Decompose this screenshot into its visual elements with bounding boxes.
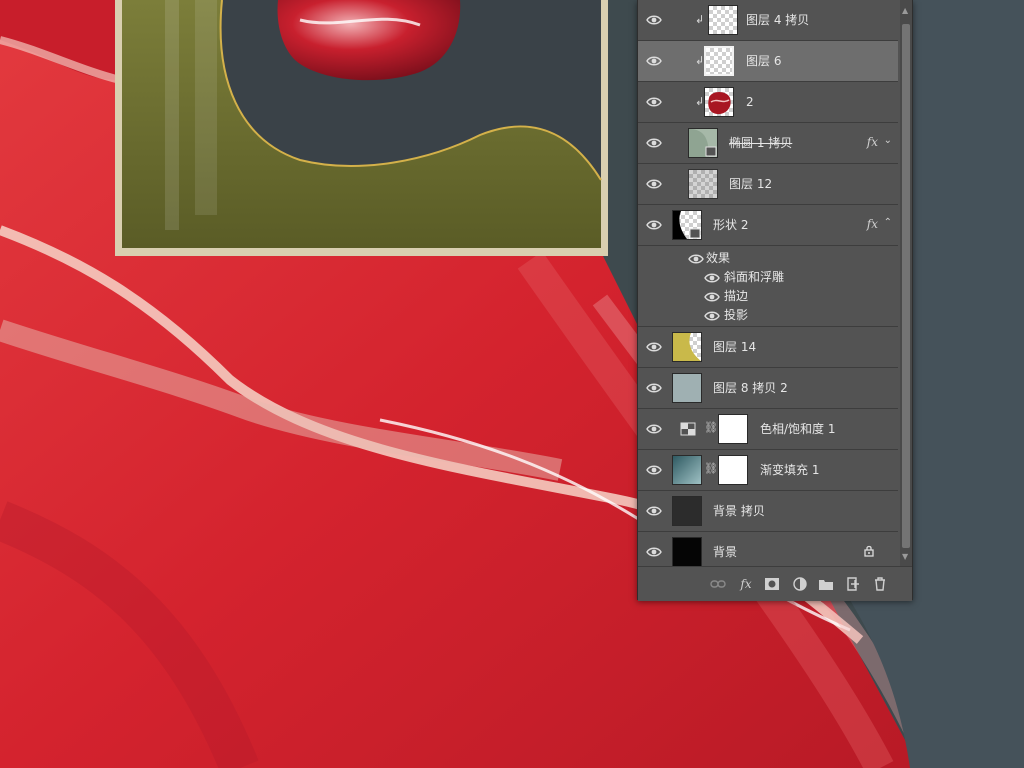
layer-name: 图层 6: [746, 54, 782, 68]
effect-row[interactable]: 描边: [638, 287, 898, 306]
layer-effects: 效果 斜面和浮雕 描边 投影: [638, 246, 898, 327]
layer-row[interactable]: 图层 12: [638, 164, 898, 205]
scroll-thumb[interactable]: [902, 24, 910, 548]
eye-icon[interactable]: [646, 545, 662, 559]
layer-thumbnail: [672, 210, 702, 240]
eye-icon[interactable]: [704, 309, 720, 323]
layer-name: 2: [746, 95, 754, 109]
chain-link-icon[interactable]: ⛓: [704, 462, 718, 475]
layer-name: 图层 8 拷贝 2: [713, 381, 788, 395]
eye-icon[interactable]: [646, 504, 662, 518]
effect-label: 斜面和浮雕: [724, 270, 785, 284]
layer-row[interactable]: 图层 14: [638, 327, 898, 368]
link-icon[interactable]: [710, 576, 726, 592]
chevron-up-icon[interactable]: ⌃: [884, 217, 892, 228]
layer-row[interactable]: 图层 8 拷贝 2: [638, 368, 898, 409]
layer-thumbnail: [688, 169, 718, 199]
scroll-up-icon[interactable]: ▲: [902, 6, 908, 15]
layers-footer: fx: [638, 566, 912, 601]
clipping-arrow-icon: ↲: [695, 95, 705, 108]
clipping-arrow-icon: ↲: [695, 54, 705, 67]
effect-label: 描边: [724, 289, 749, 303]
eye-icon[interactable]: [646, 340, 662, 354]
folder-icon[interactable]: [818, 576, 834, 592]
layer-thumbnail: [672, 537, 702, 567]
layer-row[interactable]: ↲ 图层 4 拷贝: [638, 0, 898, 41]
layer-name: 渐变填充 1: [760, 463, 820, 477]
layer-name: 背景: [713, 545, 738, 559]
eye-icon[interactable]: [646, 54, 662, 68]
eye-icon[interactable]: [646, 463, 662, 477]
layer-thumbnail: [704, 87, 734, 117]
shape-thumb-icon: [689, 129, 717, 157]
shape-thumb-icon: [673, 211, 701, 239]
red-agate-thumb-icon: [708, 92, 731, 115]
trash-icon[interactable]: [872, 576, 888, 592]
layer-mask-thumbnail: [718, 455, 748, 485]
layer-thumbnail: [708, 5, 738, 35]
layer-name: 图层 4 拷贝: [746, 13, 810, 27]
layers-scrollbar[interactable]: ▲ ▼: [900, 0, 912, 570]
layer-thumbnail: [688, 128, 718, 158]
eye-icon[interactable]: [646, 218, 662, 232]
effects-header: 效果: [706, 251, 731, 265]
gradient-fill-thumbnail: [672, 455, 702, 485]
layer-thumbnail: [704, 46, 734, 76]
chain-link-icon[interactable]: ⛓: [704, 421, 718, 434]
eye-icon[interactable]: [646, 13, 662, 27]
layer-thumbnail: [672, 373, 702, 403]
new-layer-icon[interactable]: [845, 576, 861, 592]
eye-icon[interactable]: [646, 177, 662, 191]
fx-icon[interactable]: fx: [738, 576, 754, 592]
effect-row[interactable]: 斜面和浮雕: [638, 268, 898, 287]
layer-row[interactable]: 背景 拷贝: [638, 491, 898, 532]
effects-header-row[interactable]: 效果: [638, 249, 898, 268]
layer-thumbnail: [672, 496, 702, 526]
clipping-arrow-icon: ↲: [695, 13, 705, 26]
eye-icon[interactable]: [646, 136, 662, 150]
chevron-down-icon[interactable]: ⌄: [884, 135, 892, 146]
eye-icon[interactable]: [688, 252, 704, 266]
eye-icon[interactable]: [704, 271, 720, 285]
layer-row-selected[interactable]: ↲ 图层 6: [638, 41, 898, 82]
layer-mask-thumbnail: [718, 414, 748, 444]
effect-label: 投影: [724, 308, 749, 322]
layer-row[interactable]: 形状 2 fx ⌃: [638, 205, 898, 246]
layer-row[interactable]: ⛓ 色相/饱和度 1: [638, 409, 898, 450]
fx-badge[interactable]: fx: [867, 217, 878, 231]
layer-row[interactable]: ⛓ 渐变填充 1: [638, 450, 898, 491]
layer-name: 图层 14: [713, 340, 757, 354]
adjustment-icon[interactable]: [792, 576, 808, 592]
effect-row[interactable]: 投影: [638, 306, 898, 325]
layer-name: 形状 2: [713, 218, 749, 232]
layer-list: ↲ 图层 4 拷贝 ↲ 图层 6 ↲ 2 椭圆 1 拷贝 fx ⌄ 图层 12 …: [638, 0, 898, 573]
yellow-shape-thumb-icon: [673, 333, 701, 361]
layer-name: 背景 拷贝: [713, 504, 765, 518]
fx-badge[interactable]: fx: [867, 135, 878, 149]
layer-thumbnail: [672, 332, 702, 362]
eye-icon[interactable]: [646, 422, 662, 436]
layer-name: 椭圆 1 拷贝: [729, 136, 793, 150]
layer-name: 色相/饱和度 1: [760, 422, 836, 436]
layer-row[interactable]: ↲ 2: [638, 82, 898, 123]
layer-name: 图层 12: [729, 177, 773, 191]
eye-icon[interactable]: [646, 381, 662, 395]
eye-icon[interactable]: [646, 95, 662, 109]
hue-saturation-icon: [680, 422, 696, 436]
mask-icon[interactable]: [764, 576, 780, 592]
layers-panel: ↲ 图层 4 拷贝 ↲ 图层 6 ↲ 2 椭圆 1 拷贝 fx ⌄ 图层 12 …: [637, 0, 913, 601]
lock-icon: [864, 545, 874, 557]
layer-row[interactable]: 椭圆 1 拷贝 fx ⌄: [638, 123, 898, 164]
scroll-down-icon[interactable]: ▼: [902, 552, 908, 561]
eye-icon[interactable]: [704, 290, 720, 304]
